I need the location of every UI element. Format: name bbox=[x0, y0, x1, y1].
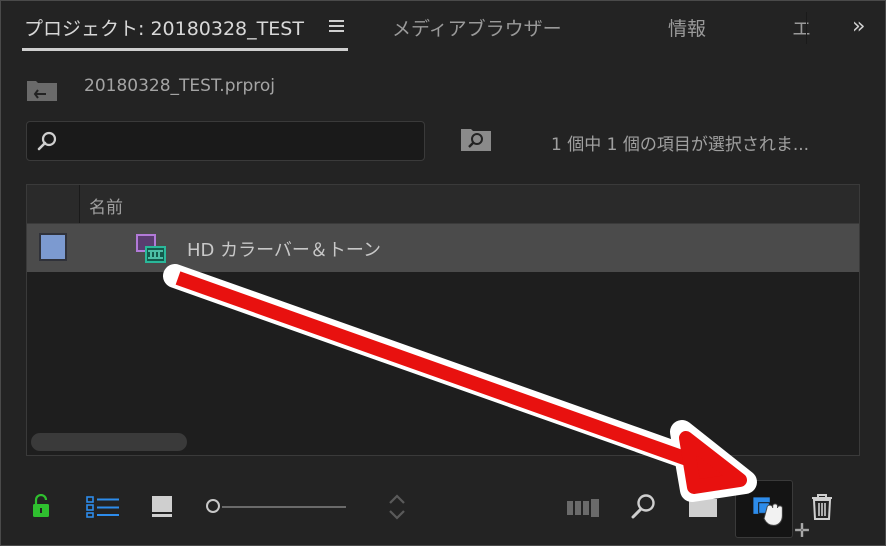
project-file-name: 20180328_TEST.prproj bbox=[84, 76, 276, 96]
label-color-swatch[interactable] bbox=[39, 233, 67, 261]
zoom-slider-handle[interactable] bbox=[206, 499, 220, 513]
selection-status: 1 個中 1 個の項目が選択されま... bbox=[551, 135, 810, 155]
tab-truncated[interactable]: エ bbox=[792, 14, 811, 41]
tab-info[interactable]: 情報 bbox=[668, 14, 706, 41]
zoom-slider-track[interactable] bbox=[222, 506, 346, 508]
project-folder-up-icon[interactable] bbox=[26, 78, 58, 102]
list-view-icon[interactable] bbox=[86, 496, 120, 518]
new-bin-icon[interactable] bbox=[688, 494, 718, 518]
panel-tab-bar: プロジェクト: 20180328_TEST メディアブラウザー 情報 エ » bbox=[0, 0, 886, 56]
color-bars-clip-icon bbox=[136, 234, 166, 263]
list-item-label: HD カラーバー＆トーン bbox=[187, 240, 382, 261]
tab-media-browser[interactable]: メディアブラウザー bbox=[392, 14, 562, 41]
list-item[interactable]: HD カラーバー＆トーン bbox=[27, 224, 859, 272]
icon-view-icon[interactable] bbox=[150, 494, 174, 518]
new-search-bin-icon[interactable] bbox=[460, 126, 492, 152]
add-cursor-plus-icon bbox=[795, 523, 809, 537]
horizontal-scrollbar[interactable] bbox=[31, 433, 187, 451]
new-item-button[interactable] bbox=[735, 480, 793, 538]
panel-menu-icon[interactable] bbox=[329, 17, 347, 35]
trash-icon[interactable] bbox=[810, 492, 834, 520]
search-icon bbox=[37, 131, 57, 151]
zoom-slider[interactable] bbox=[206, 498, 346, 518]
tab-project[interactable]: プロジェクト: 20180328_TEST bbox=[24, 14, 304, 41]
new-item-icon bbox=[753, 497, 783, 526]
find-icon[interactable] bbox=[630, 492, 658, 520]
search-box[interactable] bbox=[26, 121, 425, 161]
column-header-name[interactable]: 名前 bbox=[89, 193, 123, 218]
active-tab-indicator bbox=[22, 48, 348, 51]
project-item-list[interactable]: 名前 HD カラーバー＆トーン bbox=[26, 184, 860, 456]
tab-separator bbox=[806, 12, 807, 44]
column-separator[interactable] bbox=[79, 185, 80, 223]
lock-icon[interactable] bbox=[32, 494, 50, 518]
automate-to-sequence-icon[interactable] bbox=[566, 498, 600, 518]
search-input[interactable] bbox=[67, 126, 421, 156]
list-header: 名前 bbox=[27, 185, 859, 224]
sort-icon[interactable] bbox=[387, 492, 407, 522]
tab-overflow-icon[interactable]: » bbox=[852, 14, 866, 39]
